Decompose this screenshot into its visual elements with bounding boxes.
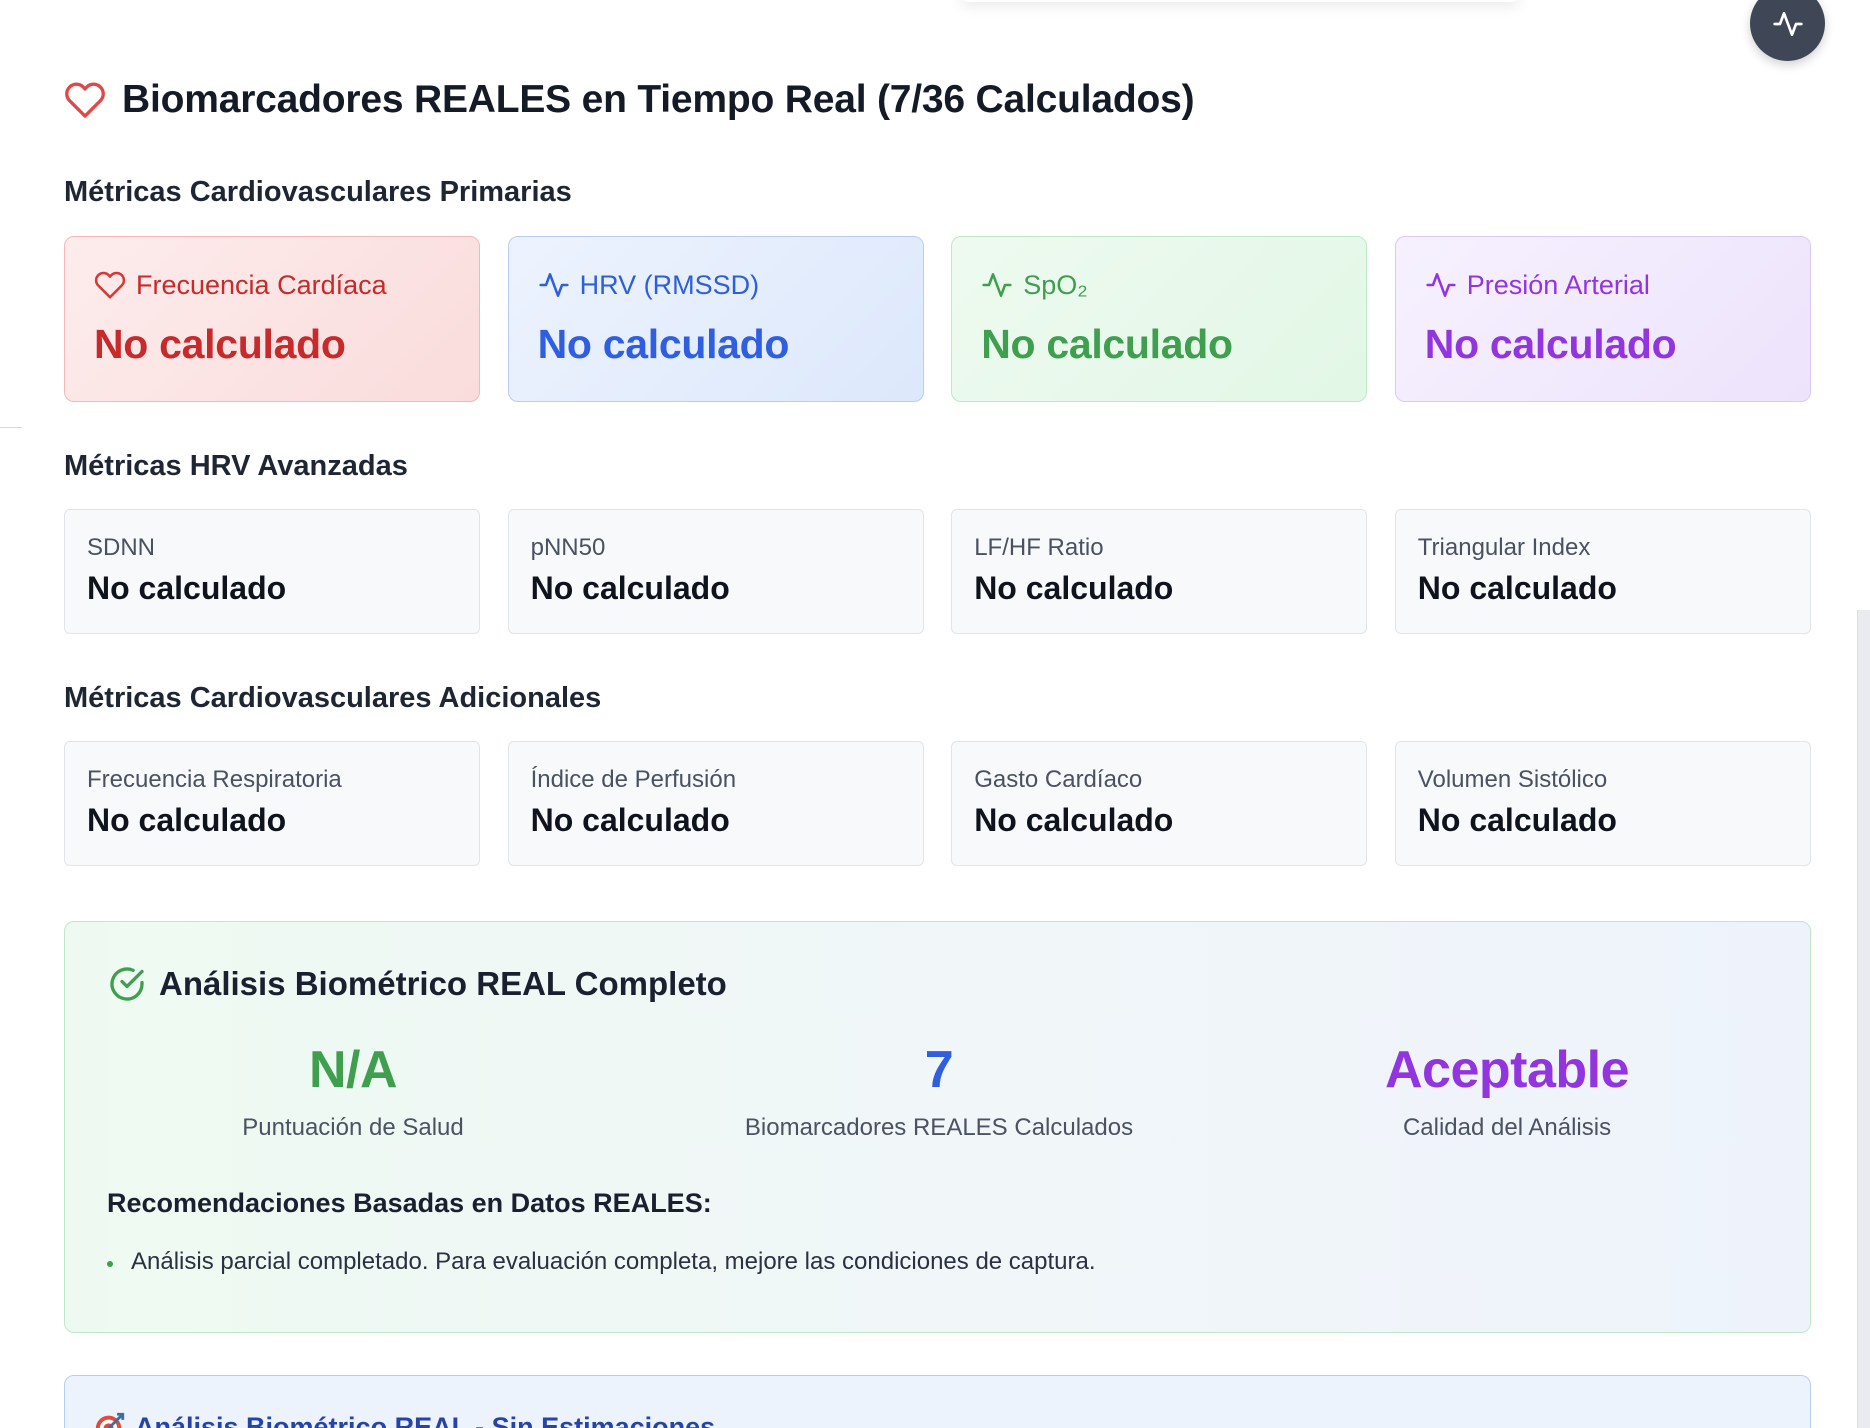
analysis-title: Análisis Biométrico REAL Completo [159, 965, 727, 1002]
metric-card-pnn50: pNN50 No calculado [507, 509, 924, 634]
stat-value: 7 [924, 1041, 954, 1099]
section-title-additional: Métricas Cardiovasculares Adicionales [64, 682, 602, 714]
analysis-title-row: Análisis Biométrico REAL Completo [107, 964, 727, 1004]
top-panel-edge [960, 0, 1520, 2]
metric-label: Volumen Sistólico [1417, 766, 1608, 793]
metric-label: Triangular Index [1417, 534, 1591, 561]
stat-value: N/A [308, 1041, 398, 1099]
metric-label: Índice de Perfusión [530, 766, 737, 793]
analysis-panel: Análisis Biométrico REAL Completo N/A Pu… [64, 921, 1811, 1333]
metric-card-blood-pressure: Presión Arterial No calculado [1394, 236, 1811, 402]
metric-label: Gasto Cardíaco [974, 766, 1143, 793]
metric-value: No calculado [1417, 802, 1617, 838]
stat-biomarker-count: 7 Biomarcadores REALES Calculados [659, 1040, 1219, 1142]
target-icon [95, 1412, 125, 1428]
hrv-metrics-grid: SDNN No calculado pNN50 No calculado LF/… [64, 509, 1811, 634]
recommendation-item: Análisis parcial completado. Para evalua… [107, 1248, 1096, 1276]
stat-caption: Biomarcadores REALES Calculados [744, 1114, 1134, 1141]
metric-card-sdnn: SDNN No calculado [64, 509, 480, 634]
metric-label: Frecuencia Respiratoria [87, 766, 342, 793]
metric-label: Presión Arterial [1466, 269, 1650, 300]
pulse-icon [982, 273, 1012, 297]
floating-action-button[interactable] [1750, 0, 1825, 61]
metric-value: No calculado [530, 802, 730, 838]
stat-health-score: N/A Puntuación de Salud [73, 1040, 633, 1142]
page-title: Biomarcadores REALES en Tiempo Real (7/3… [122, 78, 1195, 121]
metric-value: No calculado [87, 802, 287, 838]
metric-card-stroke-volume: Volumen Sistólico No calculado [1394, 741, 1811, 866]
metric-value: No calculado [87, 570, 287, 606]
pulse-icon [538, 273, 569, 297]
heart-icon [65, 82, 105, 118]
metric-value: No calculado [1417, 570, 1617, 606]
pulse-icon [1426, 273, 1456, 297]
metric-card-cardiac-output: Gasto Cardíaco No calculado [951, 741, 1368, 866]
section-title-primary: Métricas Cardiovasculares Primarias [64, 176, 572, 208]
metric-card-hrv: HRV (RMSSD) No calculado [507, 236, 924, 402]
metric-label: HRV (RMSSD) [579, 269, 760, 300]
recommendation-text: Análisis parcial completado. Para evalua… [131, 1248, 1096, 1275]
metric-label: SpO₂ [1023, 269, 1088, 300]
page: Biomarcadores REALES en Tiempo Real (7/3… [0, 0, 1870, 1428]
metric-label: LF/HF Ratio [974, 534, 1104, 561]
scrollbar[interactable] [1857, 610, 1870, 1428]
check-circle-icon [110, 967, 144, 1001]
metric-card-lfhf: LF/HF Ratio No calculado [951, 509, 1368, 634]
page-title-row: Biomarcadores REALES en Tiempo Real (7/3… [64, 78, 1195, 122]
metric-value: No calculado [974, 570, 1174, 606]
additional-metrics-grid: Frecuencia Respiratoria No calculado Índ… [64, 741, 1811, 866]
metric-value: No calculado [537, 321, 790, 367]
metric-label: SDNN [87, 534, 156, 561]
metric-label: pNN50 [530, 534, 606, 561]
stat-caption: Calidad del Análisis [1402, 1114, 1612, 1141]
pulse-icon [1772, 11, 1803, 36]
metric-value: No calculado [981, 321, 1233, 367]
divider [0, 427, 22, 428]
metric-value: No calculado [94, 321, 346, 367]
stat-caption: Puntuación de Salud [242, 1114, 464, 1141]
bottom-title-row: Análisis Biométrico REAL - Sin Estimacio… [93, 1410, 715, 1428]
recommendations-title: Recomendaciones Basadas en Datos REALES: [107, 1188, 712, 1218]
metric-card-heart-rate: Frecuencia Cardíaca No calculado [64, 236, 480, 402]
metric-card-perfusion-index: Índice de Perfusión No calculado [507, 741, 924, 866]
metric-label: Frecuencia Cardíaca [136, 269, 387, 300]
stat-analysis-quality: Aceptable Calidad del Análisis [1227, 1040, 1787, 1142]
bottom-title: Análisis Biométrico REAL - Sin Estimacio… [135, 1411, 716, 1428]
metric-card-respiratory-rate: Frecuencia Respiratoria No calculado [64, 741, 480, 866]
metric-value: No calculado [530, 570, 730, 606]
primary-metrics-grid: Frecuencia Cardíaca No calculado HRV (RM… [64, 236, 1811, 402]
bullet-icon [107, 1261, 113, 1267]
metric-value: No calculado [1424, 321, 1677, 367]
metric-value: No calculado [974, 802, 1174, 838]
stat-value: Aceptable [1384, 1041, 1630, 1099]
heart-icon [94, 271, 126, 299]
metric-card-triangular-index: Triangular Index No calculado [1394, 509, 1811, 634]
bottom-info-panel: Análisis Biométrico REAL - Sin Estimacio… [64, 1375, 1811, 1428]
section-title-hrv: Métricas HRV Avanzadas [64, 450, 408, 482]
metric-card-spo2: SpO₂ No calculado [951, 236, 1368, 402]
